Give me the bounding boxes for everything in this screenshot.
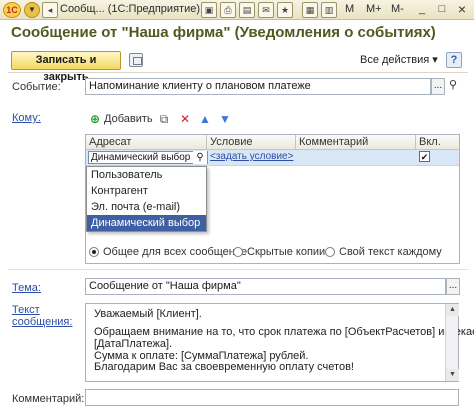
column-header[interactable]: Вкл. bbox=[416, 135, 459, 150]
search-icon[interactable]: ⚲ bbox=[446, 78, 460, 95]
form-icon[interactable] bbox=[129, 53, 143, 67]
add-button[interactable]: Добавить bbox=[104, 113, 153, 125]
comment-label: Комментарий: bbox=[12, 393, 85, 405]
column-header[interactable]: Комментарий bbox=[296, 135, 416, 150]
enabled-checkbox[interactable]: ✔ bbox=[419, 151, 430, 162]
to-label[interactable]: Кому: bbox=[12, 112, 41, 124]
divider bbox=[8, 72, 468, 73]
dropdown-option[interactable]: Эл. почта (e-mail) bbox=[87, 199, 206, 215]
search-icon[interactable]: ⚲ bbox=[193, 151, 207, 164]
minimize-button[interactable]: _ bbox=[415, 2, 429, 17]
page-title: Сообщение от "Наша фирма" (Уведомления о… bbox=[11, 24, 436, 41]
radio-own-text[interactable] bbox=[325, 247, 335, 257]
column-header[interactable]: Адресат bbox=[86, 135, 207, 150]
addressee-cell-input[interactable]: Динамический выбор bbox=[88, 151, 208, 164]
message-line: [ДатаПлатежа]. bbox=[94, 338, 173, 350]
scroll-down-icon[interactable]: ▼ bbox=[446, 369, 459, 381]
event-field[interactable]: Напоминание клиенту о плановом платеже bbox=[85, 78, 431, 95]
radio-hidden-copies[interactable] bbox=[233, 247, 243, 257]
save-and-close-button[interactable]: Записать и закрыть bbox=[11, 51, 121, 83]
subject-field[interactable]: Сообщение от "Наша фирма" bbox=[85, 278, 446, 295]
addressee-type-dropdown[interactable]: Пользователь Контрагент Эл. почта (e-mai… bbox=[86, 166, 207, 232]
print-icon[interactable]: ⎙ bbox=[220, 2, 236, 18]
move-down-icon[interactable]: ▼ bbox=[218, 112, 232, 126]
copy-icon[interactable]: ⧉ bbox=[157, 112, 171, 126]
radio-label[interactable]: Скрытые копии bbox=[247, 246, 325, 258]
radio-common-message[interactable] bbox=[89, 247, 99, 257]
message-textarea[interactable]: Уважаемый [Клиент]. Обращаем внимание на… bbox=[85, 303, 474, 382]
window-titlebar: 1С ▼ ◂ Сообщ... (1С:Предприятие) ▣ ⎙ ▤ ✉… bbox=[0, 0, 474, 20]
app-logo-icon[interactable]: 1С bbox=[3, 2, 21, 18]
scroll-up-icon[interactable]: ▲ bbox=[446, 304, 459, 316]
all-actions-menu[interactable]: Все действия ▾ bbox=[360, 53, 438, 66]
window-title: Сообщ... (1С:Предприятие) bbox=[60, 3, 200, 15]
message-line: Уважаемый [Клиент]. bbox=[94, 308, 202, 320]
table-row[interactable]: Динамический выбор ⚲ <задать условие> ✔ bbox=[86, 150, 459, 166]
save-icon[interactable]: ▣ bbox=[201, 2, 217, 18]
favorite-icon[interactable]: ★ bbox=[277, 2, 293, 18]
event-label: Событие: bbox=[12, 81, 61, 93]
dropdown-option[interactable]: Пользователь bbox=[87, 167, 206, 183]
comment-field[interactable] bbox=[85, 389, 459, 406]
preview-icon[interactable]: ▤ bbox=[239, 2, 255, 18]
divider bbox=[8, 269, 468, 270]
mail-icon[interactable]: ✉ bbox=[258, 2, 274, 18]
event-select-button[interactable]: ... bbox=[431, 78, 445, 95]
m-minus-button[interactable]: M- bbox=[391, 3, 404, 15]
back-icon[interactable]: ◂ bbox=[42, 2, 58, 18]
subject-select-button[interactable]: ... bbox=[446, 278, 460, 295]
calendar-icon[interactable]: ▦ bbox=[302, 2, 318, 18]
message-line: Благодарим Вас за своевременную оплату с… bbox=[94, 361, 354, 373]
dropdown-option-selected[interactable]: Динамический выбор bbox=[87, 215, 206, 231]
message-line: Обращаем внимание на то, что срок платеж… bbox=[94, 326, 474, 338]
message-label[interactable]: Текст bbox=[12, 304, 40, 316]
radio-label[interactable]: Свой текст каждому bbox=[339, 246, 442, 258]
nav-arrow-icon[interactable]: ▼ bbox=[24, 2, 40, 18]
calc-icon[interactable]: ▥ bbox=[321, 2, 337, 18]
message-scrollbar[interactable]: ▲ ▼ bbox=[445, 304, 459, 381]
help-button[interactable]: ? bbox=[446, 52, 462, 68]
maximize-button[interactable]: □ bbox=[435, 2, 449, 17]
m-button[interactable]: M bbox=[345, 3, 354, 15]
delete-icon[interactable]: ✕ bbox=[178, 112, 192, 126]
add-icon[interactable]: ⊕ bbox=[88, 112, 102, 126]
move-up-icon[interactable]: ▲ bbox=[198, 112, 212, 126]
comment-cell[interactable] bbox=[298, 151, 414, 164]
column-header[interactable]: Условие bbox=[207, 135, 296, 150]
dropdown-option[interactable]: Контрагент bbox=[87, 183, 206, 199]
radio-label[interactable]: Общее для всех сообщение bbox=[103, 246, 247, 258]
close-button[interactable]: × bbox=[455, 2, 469, 17]
subject-label[interactable]: Тема: bbox=[12, 282, 41, 294]
message-label[interactable]: сообщения: bbox=[12, 316, 72, 328]
m-plus-button[interactable]: M+ bbox=[366, 3, 382, 15]
set-condition-link[interactable]: <задать условие> bbox=[210, 151, 293, 162]
